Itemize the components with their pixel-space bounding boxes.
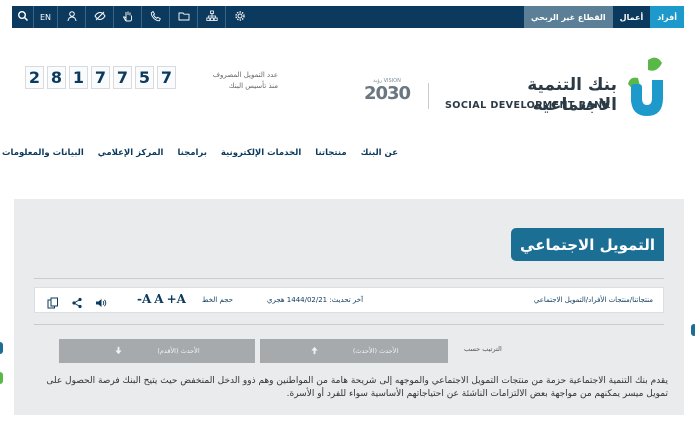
tab-individuals[interactable]: أفراد [650, 6, 684, 28]
counter-label-line1: عدد التمويل المصروف [212, 71, 278, 79]
search-icon [17, 10, 29, 24]
font-size-label: حجم الخط [202, 296, 233, 304]
counter-digits: 2817757 [25, 66, 179, 89]
sort-newest-label: الأحدث (الأحدث) [352, 347, 399, 355]
top-bar-utilities: EN [12, 6, 254, 28]
settings-button[interactable] [226, 6, 254, 28]
nav-item-about[interactable]: عن البنك [361, 148, 398, 162]
documents-button[interactable] [170, 6, 198, 28]
nav-item-eservices[interactable]: الخدمات الإلكترونية [221, 148, 301, 162]
speaker-icon[interactable] [95, 294, 107, 307]
nav-item-data[interactable]: البيانات والمعلومات [2, 148, 84, 162]
tab-nonprofit[interactable]: القطاع غير الربحي [524, 6, 613, 28]
bank-logo-icon [628, 57, 663, 116]
counter-digit: 7 [113, 66, 132, 89]
sitemap-icon [205, 10, 218, 24]
sort-oldest-label: الأحدث (الأقدم) [157, 347, 200, 355]
counter-digit: 1 [69, 66, 88, 89]
header-divider [428, 83, 429, 109]
tab-business[interactable]: أعمال [612, 6, 651, 28]
page-title: التمويل الاجتماعي [511, 228, 664, 261]
vision-year: 2030 [363, 83, 411, 104]
login-button[interactable] [58, 6, 86, 28]
arrow-down-icon [114, 346, 123, 357]
gear-icon [234, 10, 246, 24]
share-icon[interactable] [71, 294, 83, 309]
counter-digit: 5 [135, 66, 154, 89]
font-decrease-button[interactable]: -A [137, 292, 151, 306]
page-info-bar: منتجاتنا/منتجات الأفراد/التمويل الاجتماع… [34, 287, 664, 313]
last-updated: آخر تحديث: 1444/02/21 هجري [267, 296, 364, 304]
folder-icon [178, 10, 190, 24]
phone-icon [150, 10, 162, 24]
sort-oldest-button[interactable]: الأحدث (الأقدم) [59, 339, 255, 363]
sort-label: الترتيب حسب [464, 345, 502, 353]
counter-digit: 7 [157, 66, 176, 89]
main-nav: عن البنك منتجاتنا الخدمات الإلكترونية بر… [2, 148, 398, 162]
vision-2030-logo[interactable]: رؤية VISION 2030 [362, 78, 412, 118]
nav-item-products[interactable]: منتجاتنا [315, 148, 346, 162]
language-toggle[interactable]: EN [34, 6, 58, 28]
page-tools [47, 294, 107, 309]
divider [34, 324, 664, 325]
counter-label-line2: منذ تأسيس البنك [228, 82, 278, 90]
hand-icon [122, 10, 134, 24]
content-panel: التمويل الاجتماعي منتجاتنا/منتجات الأفرا… [14, 199, 684, 415]
font-reset-button[interactable]: A [154, 292, 163, 306]
counter-digit: 8 [47, 66, 66, 89]
side-widget-indicator[interactable] [0, 372, 3, 384]
font-increase-button[interactable]: +A [167, 292, 186, 306]
arrow-up-icon [310, 346, 319, 357]
sort-newest-button[interactable]: الأحدث (الأحدث) [260, 339, 448, 363]
eye-off-icon [93, 10, 106, 24]
user-icon [66, 10, 78, 24]
sitemap-button[interactable] [198, 6, 226, 28]
bank-logo[interactable] [624, 54, 670, 120]
counter-digit: 2 [25, 66, 44, 89]
copy-icon[interactable] [47, 294, 59, 309]
bank-name-english: SOCIAL DEVELOPMENT BANK [445, 100, 611, 111]
font-size-controls: -A A +A [137, 292, 186, 306]
nav-item-media-center[interactable]: المركز الإعلامي [98, 148, 164, 162]
product-description: يقدم بنك التنمية الاجتماعية حزمة من منتج… [46, 376, 668, 399]
sign-language-button[interactable] [114, 6, 142, 28]
search-button[interactable] [12, 6, 34, 28]
audience-tabs: القطاع غير الربحي أعمال أفراد [524, 6, 684, 28]
funding-counter: 2817757 عدد التمويل المصروف منذ تأسيس ال… [25, 66, 278, 90]
counter-digit: 7 [91, 66, 110, 89]
counter-label: عدد التمويل المصروف منذ تأسيس البنك [198, 70, 278, 92]
contact-button[interactable] [142, 6, 170, 28]
accessibility-contrast-button[interactable] [86, 6, 114, 28]
side-widget-indicator[interactable] [0, 342, 3, 354]
breadcrumb[interactable]: منتجاتنا/منتجات الأفراد/التمويل الاجتماع… [534, 296, 653, 304]
side-widget-indicator[interactable] [691, 324, 695, 336]
top-bar: EN القطاع غير الربحي أعمال أفراد [12, 6, 684, 28]
divider [34, 278, 664, 279]
nav-item-programs[interactable]: برامجنا [177, 148, 206, 162]
